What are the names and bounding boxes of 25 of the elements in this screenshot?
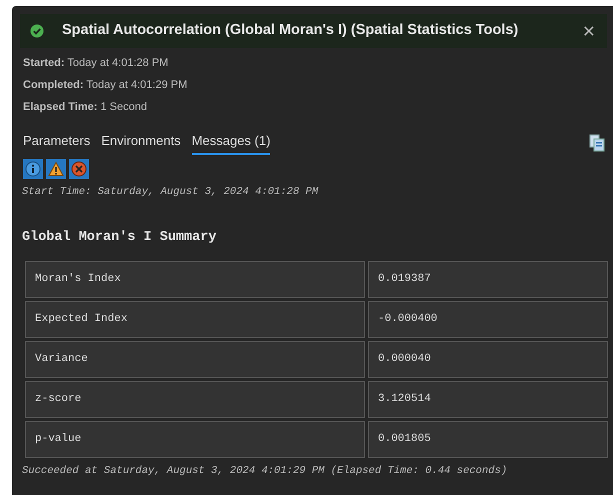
message-line: Succeeded at Saturday, August 3, 2024 4:01:29 PM (Elapsed Time: 0.44 seconds): [22, 464, 508, 478]
info-line: Completed: Today at 4:01:29 PM: [23, 80, 188, 91]
close-button[interactable]: ×: [580, 20, 597, 42]
info-line: Elapsed Time: 1 Second: [23, 102, 148, 113]
table-cell: 0.001805: [368, 420, 608, 458]
tab[interactable]: Parameters: [23, 131, 90, 154]
table-cell: 0.019387: [368, 260, 608, 298]
info-line: Started: Today at 4:01:28 PM: [23, 58, 170, 69]
tab[interactable]: Messages (1): [192, 131, 270, 154]
table-cell: -0.000400: [368, 300, 608, 338]
table-cell: 3.120514: [368, 380, 608, 418]
message-line: Start Time: Saturday, August 3, 2024 4:01:28 PM: [22, 184, 320, 200]
tab[interactable]: Environments: [101, 131, 181, 154]
table-cell: z-score: [25, 380, 365, 418]
window-title: Spatial Autocorrelation (Global Moran's I) (Spatial Statistics Tools): [62, 21, 520, 40]
summary-heading: Global Moran's I Summary: [22, 229, 218, 248]
table-cell: Moran's Index: [25, 260, 365, 298]
warning-filter-button[interactable]: [46, 158, 66, 178]
table-cell: Variance: [25, 340, 365, 378]
table-cell: p-value: [25, 420, 365, 458]
table-cell: Expected Index: [25, 300, 365, 338]
info-filter-button[interactable]: [23, 158, 43, 178]
table-cell: 0.000040: [368, 340, 608, 378]
copy-icon[interactable]: [589, 134, 605, 152]
error-filter-button[interactable]: [69, 158, 89, 178]
